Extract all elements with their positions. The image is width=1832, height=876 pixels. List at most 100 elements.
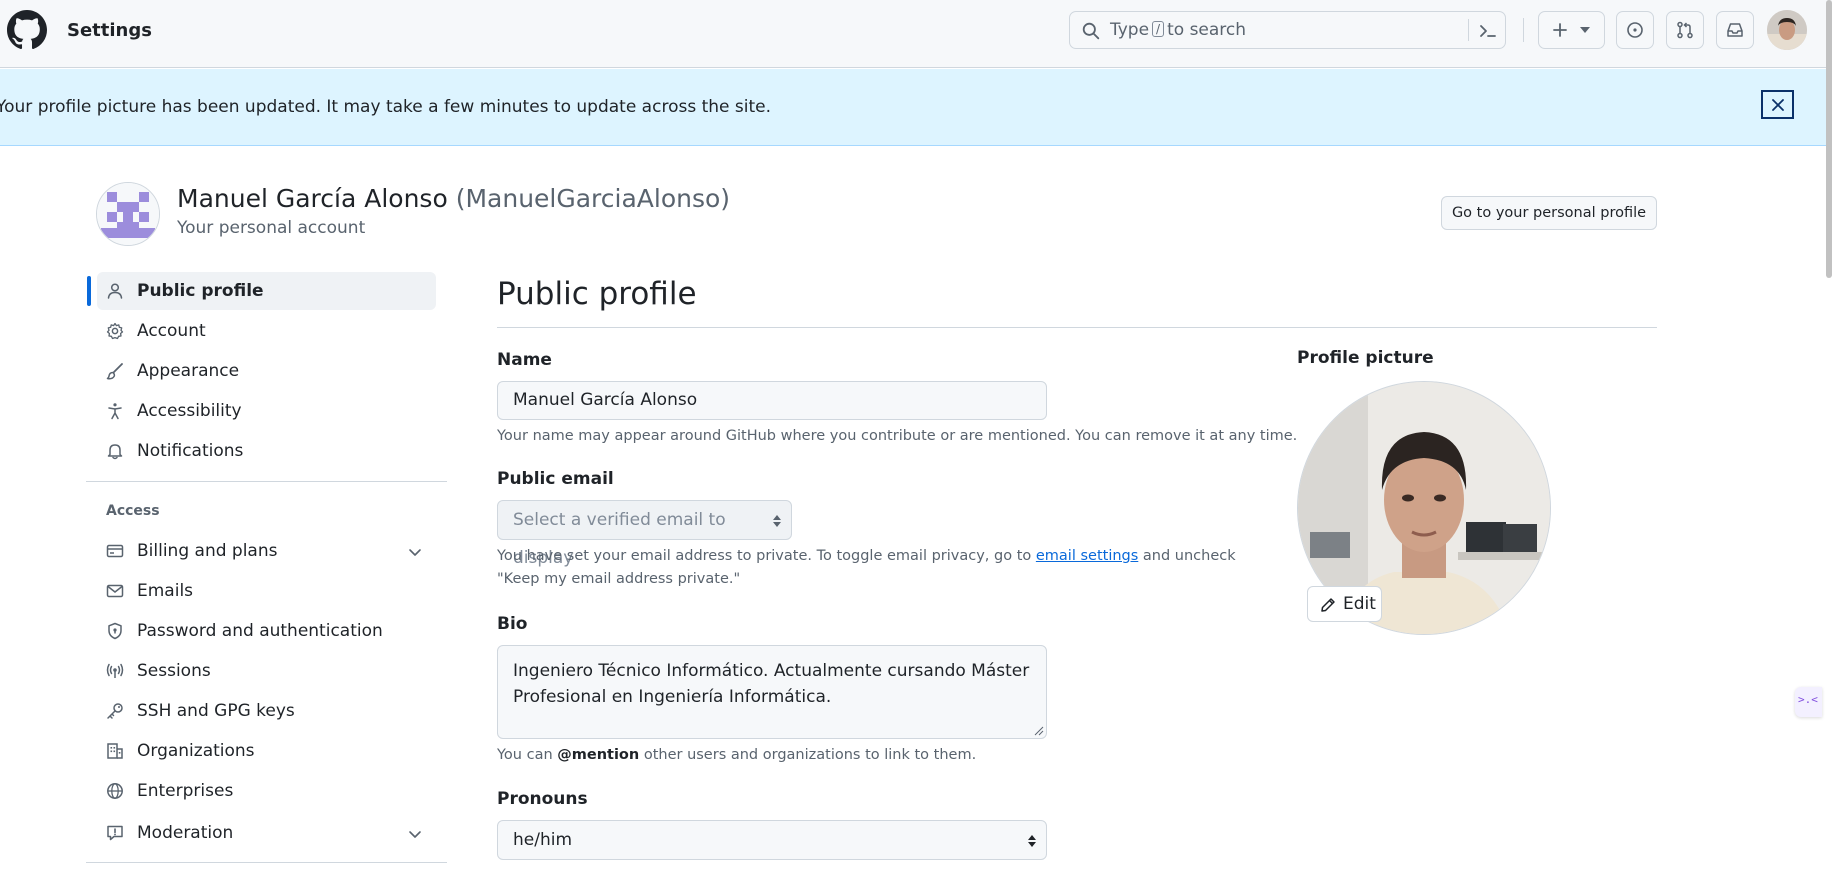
name-field[interactable]: Manuel García Alonso <box>497 381 1047 420</box>
organization-icon <box>107 743 123 759</box>
mail-icon <box>106 584 124 598</box>
bio-hint: You can @mention other users and organiz… <box>497 747 977 763</box>
search-input[interactable]: Type / to search <box>1069 11 1506 49</box>
sidebar-item-appearance[interactable]: Appearance <box>97 352 436 390</box>
sidebar-item-label: Notifications <box>137 441 244 461</box>
chevron-down-icon[interactable] <box>407 544 423 560</box>
broadcast-icon <box>106 663 124 678</box>
sidebar-item-label: Emails <box>137 581 194 601</box>
public-email-select[interactable]: Select a verified email to display <box>497 500 792 568</box>
bio-label: Bio <box>497 614 528 634</box>
credit-card-icon <box>106 544 124 558</box>
sidebar-item-label: Appearance <box>137 361 240 381</box>
go-to-profile-button[interactable]: Go to your personal profile <box>1441 196 1657 230</box>
shield-lock-icon <box>108 622 122 640</box>
account-heading: Manuel García Alonso (ManuelGarciaAlonso… <box>177 184 730 213</box>
sidebar-item-public-profile[interactable]: Public profile <box>87 272 436 310</box>
bio-value: Ingeniero Técnico Informático. Actualmen… <box>513 661 1030 707</box>
sidebar-item-password-authentication[interactable]: Password and authentication <box>97 612 436 650</box>
key-icon <box>107 703 123 719</box>
pronouns-label: Pronouns <box>497 789 588 809</box>
flash-close-button[interactable] <box>1761 90 1794 119</box>
report-icon <box>107 825 123 841</box>
flash-message: Your profile picture has been updated. I… <box>0 97 771 117</box>
pull-requests-button[interactable] <box>1666 11 1704 49</box>
sidebar-section-title-access: Access <box>106 503 160 519</box>
account-identicon <box>96 182 160 246</box>
sidebar-divider <box>86 862 447 863</box>
sidebar-item-moderation[interactable]: Moderation <box>97 814 436 852</box>
resize-grip-icon[interactable] <box>1032 724 1044 736</box>
accessibility-icon <box>108 403 122 420</box>
pronouns-select[interactable]: he/him <box>497 820 1047 860</box>
sidebar-divider <box>86 481 447 482</box>
gear-icon <box>106 322 124 340</box>
name-hint: Your name may appear around GitHub where… <box>497 428 1298 444</box>
search-placeholder: Type / to search <box>1110 20 1247 40</box>
sidebar-item-organizations[interactable]: Organizations <box>97 732 436 770</box>
globe-icon <box>107 783 123 799</box>
inbox-button[interactable] <box>1716 11 1754 49</box>
sidebar-item-label: Billing and plans <box>137 541 278 561</box>
flash-notice: Your profile picture has been updated. I… <box>0 69 1832 146</box>
pencil-icon <box>1321 598 1335 612</box>
active-indicator <box>87 276 91 306</box>
edit-label: Edit <box>1343 594 1376 614</box>
sidebar-item-accessibility[interactable]: Accessibility <box>97 392 436 430</box>
sidebar-item-ssh-gpg-keys[interactable]: SSH and GPG keys <box>97 692 436 730</box>
issues-button[interactable] <box>1616 11 1654 49</box>
title-divider <box>497 327 1657 328</box>
sidebar-item-enterprises[interactable]: Enterprises <box>97 772 436 810</box>
email-settings-link[interactable]: email settings <box>1036 548 1138 564</box>
code-icon: >.< <box>1798 693 1818 706</box>
sidebar-item-emails[interactable]: Emails <box>97 572 436 610</box>
edit-profile-picture-button[interactable]: Edit <box>1307 586 1382 622</box>
inbox-icon <box>1727 23 1743 37</box>
slash-key-hint: / <box>1152 21 1165 37</box>
plus-icon <box>1553 23 1567 37</box>
public-email-label: Public email <box>497 469 614 489</box>
sidebar-item-billing[interactable]: Billing and plans <box>97 532 436 570</box>
bell-icon <box>107 444 123 460</box>
header-divider <box>1523 18 1524 42</box>
select-arrows-icon <box>1028 835 1036 847</box>
git-pull-request-icon <box>1677 21 1693 39</box>
sidebar-item-label: SSH and GPG keys <box>137 701 295 721</box>
github-logo-icon[interactable] <box>7 10 47 50</box>
page-scrollbar[interactable] <box>1826 0 1832 278</box>
sidebar-item-label: Accessibility <box>137 401 242 421</box>
profile-picture-label: Profile picture <box>1297 348 1434 368</box>
select-arrows-icon <box>773 515 781 527</box>
public-email-hint: You have set your email address to priva… <box>497 548 1236 587</box>
page-title: Public profile <box>497 276 697 312</box>
paintbrush-icon <box>106 363 123 380</box>
header-title: Settings <box>67 20 152 41</box>
create-new-button[interactable] <box>1538 11 1605 49</box>
search-icon <box>1082 22 1100 40</box>
sidebar-item-label: Organizations <box>137 741 255 761</box>
sidebar-item-label: Account <box>137 321 206 341</box>
command-palette-icon[interactable] <box>1478 21 1498 41</box>
sidebar-item-label: Moderation <box>137 823 234 843</box>
issue-opened-icon <box>1627 22 1643 38</box>
account-subtitle: Your personal account <box>177 218 366 238</box>
sidebar-item-sessions[interactable]: Sessions <box>97 652 436 690</box>
search-divider <box>1468 19 1469 41</box>
sidebar-item-label: Public profile <box>137 281 264 301</box>
sidebar-item-account[interactable]: Account <box>97 312 436 350</box>
account-login[interactable]: (ManuelGarciaAlonso) <box>456 184 730 213</box>
identicon-icon <box>97 183 159 245</box>
account-display-name: Manuel García Alonso <box>177 184 448 213</box>
copilot-side-widget[interactable]: >.< <box>1795 687 1822 717</box>
person-icon <box>107 283 123 299</box>
mention-keyword: @mention <box>557 747 640 763</box>
bio-textarea[interactable]: Ingeniero Técnico Informático. Actualmen… <box>497 645 1047 739</box>
sidebar-item-label: Enterprises <box>137 781 234 801</box>
sidebar-item-label: Password and authentication <box>137 621 383 641</box>
user-avatar[interactable] <box>1767 10 1807 50</box>
close-icon <box>1772 99 1784 111</box>
sidebar-item-notifications[interactable]: Notifications <box>97 432 436 470</box>
pronouns-value: he/him <box>513 830 573 850</box>
app-header: Settings Type / to search <box>0 0 1832 68</box>
chevron-down-icon[interactable] <box>407 826 423 842</box>
